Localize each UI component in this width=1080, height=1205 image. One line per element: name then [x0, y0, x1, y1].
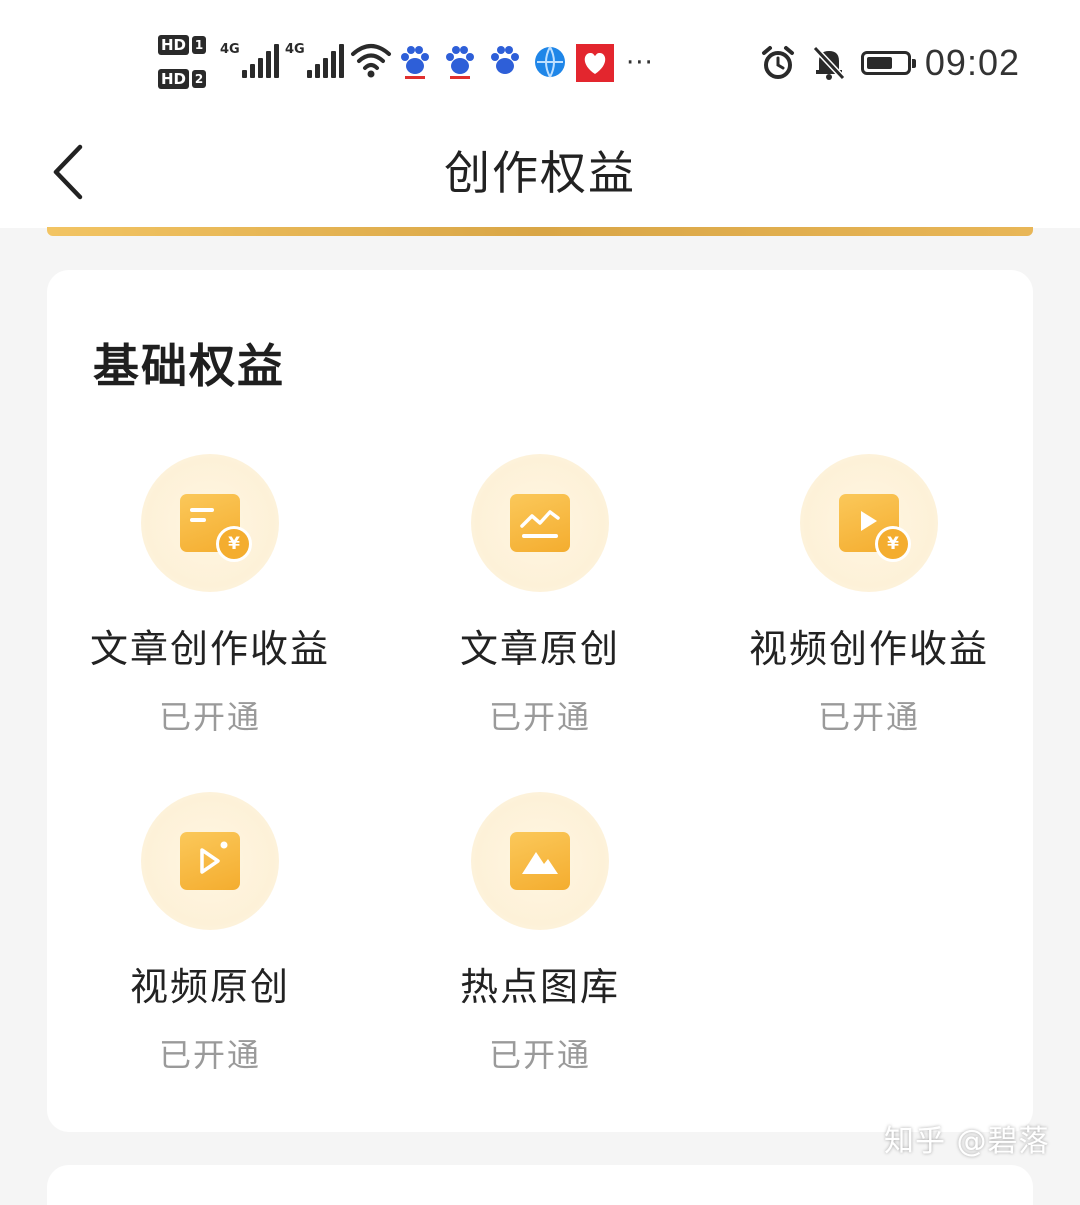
baidu-paw-icon	[491, 46, 519, 74]
sim1-index: 1	[192, 36, 207, 54]
baidu-paw-icon	[401, 46, 429, 79]
network-1-label: 4G	[220, 42, 240, 57]
dual-sim-indicator: HD 1 HD 2	[158, 34, 210, 92]
benefit-video-income[interactable]: ¥ 视频创作收益 已开通	[724, 454, 1014, 736]
red-app-icon	[576, 44, 614, 82]
article-income-icon: ¥	[180, 494, 252, 562]
baidu-paw-icon	[446, 46, 474, 79]
status-right-group: 09:02	[759, 40, 1020, 86]
benefit-name: 文章创作收益	[89, 627, 330, 671]
benefit-status: 已开通	[817, 698, 920, 736]
watermark: 知乎 @碧落	[884, 1124, 1050, 1159]
benefit-article-original[interactable]: 文章原创 已开通	[395, 454, 685, 736]
icon-halo	[471, 454, 609, 592]
icon-halo	[471, 792, 609, 930]
icon-halo: ¥	[141, 454, 279, 592]
article-original-icon	[510, 494, 570, 552]
benefit-name: 热点图库	[459, 965, 620, 1009]
sim2-hd-label: HD	[158, 69, 190, 89]
page-title: 创作权益	[444, 146, 636, 200]
bell-muted-icon	[812, 45, 846, 81]
browser-globe-icon	[535, 46, 565, 78]
benefit-video-original[interactable]: 视频原创 已开通	[65, 792, 355, 1074]
more-notifications-indicator: ···	[626, 48, 654, 78]
benefit-name: 视频创作收益	[748, 627, 989, 671]
status-time: 09:02	[924, 42, 1020, 83]
sim2-index: 2	[192, 70, 207, 88]
benefit-name: 视频原创	[129, 965, 290, 1009]
alarm-icon	[761, 46, 794, 79]
basic-benefits-card: 基础权益 ¥ 文章创作收益 已开通 文章原创 已开通 ¥ 视频创作收益 已开通 …	[47, 270, 1033, 1132]
gold-accent-line	[47, 227, 1033, 236]
hot-gallery-icon	[510, 832, 570, 890]
benefit-status: 已开通	[158, 1036, 261, 1074]
icon-halo: ¥	[800, 454, 938, 592]
sim1-hd-label: HD	[158, 35, 190, 55]
benefit-status: 已开通	[158, 698, 261, 736]
benefit-status: 已开通	[488, 698, 591, 736]
battery-icon	[860, 51, 916, 75]
video-income-icon: ¥	[839, 494, 911, 562]
benefit-status: 已开通	[488, 1036, 591, 1074]
status-bar: HD 1 HD 2 4G 4G ··· 09:02	[0, 0, 1080, 115]
section-title: 基础权益	[93, 339, 285, 393]
benefit-hot-gallery[interactable]: 热点图库 已开通	[395, 792, 685, 1074]
icon-halo	[141, 792, 279, 930]
wifi-icon	[351, 44, 391, 78]
benefit-article-income[interactable]: ¥ 文章创作收益 已开通	[65, 454, 355, 736]
next-section-card	[47, 1165, 1033, 1205]
video-original-icon	[180, 832, 240, 890]
network-2-label: 4G	[285, 42, 305, 57]
benefit-name: 文章原创	[459, 627, 620, 671]
nav-bar: 创作权益	[0, 115, 1080, 228]
